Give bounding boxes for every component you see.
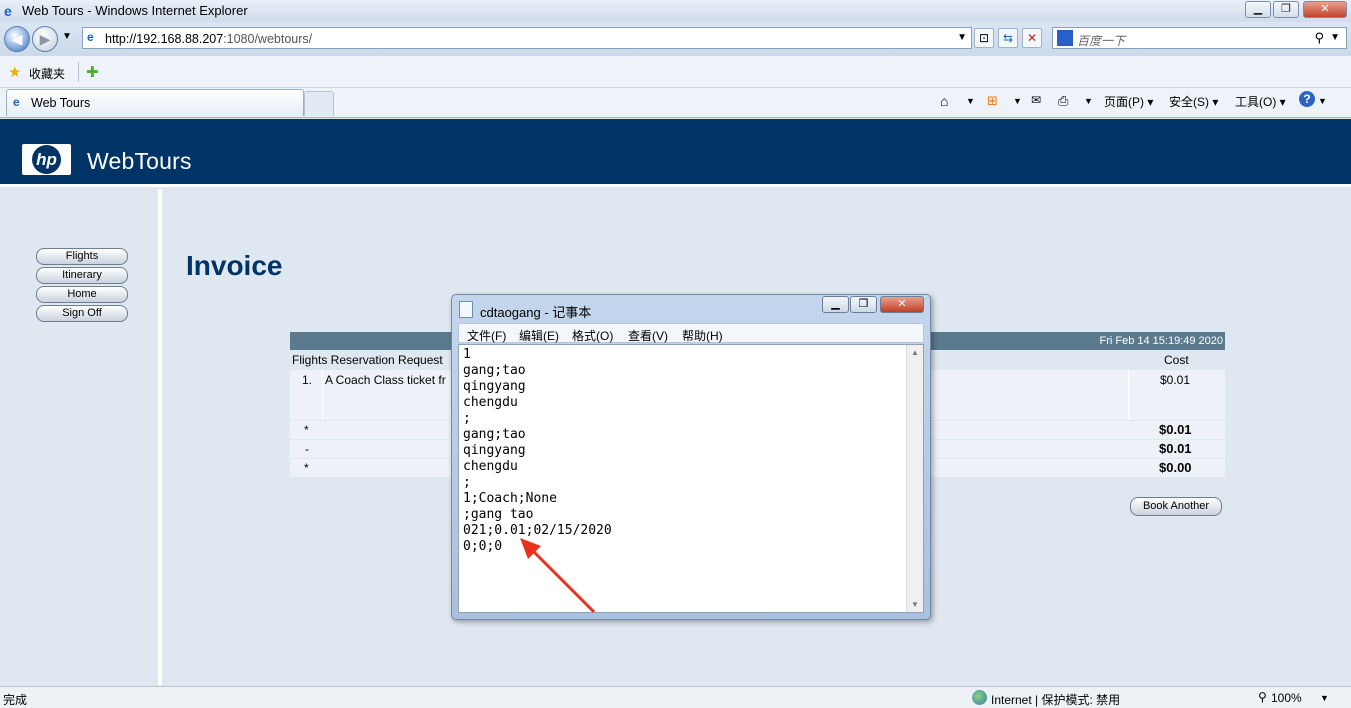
internet-globe-icon xyxy=(972,690,987,705)
status-text: 完成 xyxy=(3,693,28,707)
security-zone[interactable]: Internet | 保护模式: 禁用 xyxy=(991,691,1120,708)
arrow-shaft xyxy=(528,546,596,614)
status-bar: 完成 Internet | 保护模式: 禁用 ⚲ 100% ▼ xyxy=(0,686,1351,708)
annotation-arrow xyxy=(520,538,596,614)
zoom-icon[interactable]: ⚲ xyxy=(1258,690,1267,704)
zoom-dropdown-icon[interactable]: ▼ xyxy=(1320,693,1329,703)
zoom-level[interactable]: 100% xyxy=(1271,691,1302,705)
